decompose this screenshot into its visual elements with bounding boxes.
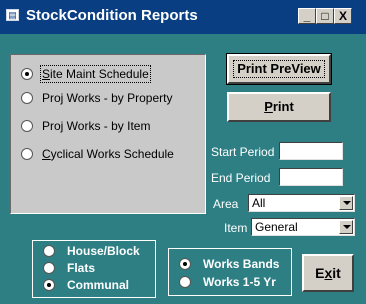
- item-select[interactable]: General: [251, 218, 355, 236]
- option-label: Proj Works - by Item: [42, 119, 151, 133]
- exit-label-rest: it: [332, 265, 341, 281]
- chevron-down-icon[interactable]: [339, 196, 353, 210]
- option-label: Works Bands: [203, 257, 280, 271]
- start-period-field[interactable]: [279, 142, 343, 160]
- radio-icon[interactable]: [21, 92, 33, 104]
- window-title: StockCondition Reports: [26, 7, 198, 24]
- item-value: General: [255, 220, 298, 234]
- option-house-block[interactable]: House/Block: [43, 244, 140, 258]
- option-label: House/Block: [67, 244, 140, 258]
- chevron-down-icon[interactable]: [339, 220, 353, 234]
- radio-icon[interactable]: [179, 258, 191, 270]
- option-label: Works 1-5 Yr: [203, 275, 276, 289]
- form-icon[interactable]: ▤: [6, 9, 19, 21]
- works-type-group: Works Bands Works 1-5 Yr: [168, 248, 292, 296]
- area-label: Area: [213, 197, 239, 211]
- item-label: Item: [224, 221, 248, 235]
- radio-icon[interactable]: [43, 245, 55, 257]
- report-type-group: Site Maint Schedule Proj Works - by Prop…: [10, 54, 206, 214]
- focus-rect: [233, 60, 325, 78]
- print-button[interactable]: Print: [227, 92, 331, 122]
- report-window: ▤ StockCondition Reports _ □ X Site Main…: [0, 0, 366, 304]
- option-flats[interactable]: Flats: [43, 261, 95, 275]
- radio-icon[interactable]: [179, 276, 191, 288]
- start-period-label: Start Period: [211, 145, 275, 159]
- option-cyclical-works-schedule[interactable]: Cyclical Works Schedule: [21, 145, 174, 163]
- option-site-maint-schedule[interactable]: Site Maint Schedule: [21, 65, 151, 83]
- title-bar[interactable]: ▤ StockCondition Reports _ □ X: [0, 0, 366, 34]
- option-proj-works-by-item[interactable]: Proj Works - by Item: [21, 117, 150, 135]
- option-label: Flats: [67, 261, 96, 275]
- property-type-group: House/Block Flats Communal: [32, 240, 156, 298]
- option-proj-works-by-property[interactable]: Proj Works - by Property: [21, 89, 172, 107]
- area-select[interactable]: All: [248, 194, 355, 212]
- option-label: Proj Works - by Property: [42, 91, 173, 105]
- radio-icon[interactable]: [21, 148, 33, 160]
- radio-icon[interactable]: [43, 279, 55, 291]
- option-label: Cyclical Works Schedule: [42, 147, 174, 161]
- end-period-field[interactable]: [279, 168, 343, 186]
- option-works-bands[interactable]: Works Bands: [179, 257, 279, 271]
- option-label: Communal: [67, 278, 130, 292]
- maximize-button[interactable]: □: [316, 8, 334, 24]
- area-value: All: [252, 196, 266, 210]
- radio-icon[interactable]: [43, 262, 55, 274]
- form-body: Site Maint Schedule Proj Works - by Prop…: [0, 34, 366, 304]
- print-label: rint: [272, 99, 294, 114]
- minimize-button[interactable]: _: [298, 8, 316, 24]
- print-label-accel: P: [264, 99, 273, 114]
- option-label: Site Maint Schedule: [40, 65, 151, 83]
- option-works-1-5-yr[interactable]: Works 1-5 Yr: [179, 275, 276, 289]
- print-preview-button[interactable]: Print PreView: [226, 53, 332, 85]
- radio-icon[interactable]: [21, 120, 33, 132]
- radio-icon[interactable]: [21, 68, 33, 80]
- end-period-label: End Period: [211, 171, 271, 185]
- option-communal[interactable]: Communal: [43, 278, 129, 292]
- exit-button[interactable]: Exit: [302, 254, 354, 292]
- close-button[interactable]: X: [334, 8, 352, 24]
